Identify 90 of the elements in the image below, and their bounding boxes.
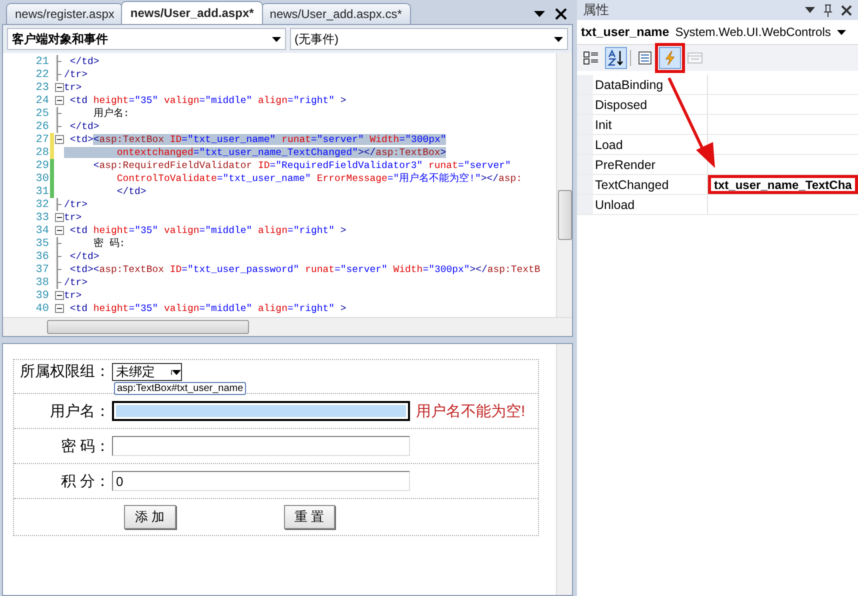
line-number: 32	[34, 198, 50, 210]
pin-icon[interactable]	[823, 4, 833, 16]
collapse-icon[interactable]	[54, 135, 64, 144]
event-name[interactable]: TextChanged	[577, 175, 708, 194]
caret-icon	[836, 30, 846, 34]
code-line: </td>	[68, 121, 100, 132]
code-line: </td>	[116, 186, 146, 197]
dropdown-icon[interactable]	[534, 11, 545, 17]
line-number: 27	[34, 134, 50, 146]
line-number: 28	[34, 146, 50, 158]
text-input[interactable]	[112, 436, 410, 456]
code-line: /tr>	[64, 277, 88, 288]
document-tab[interactable]: news/User_add.aspx*	[121, 1, 263, 24]
line-number: 35	[34, 238, 50, 250]
line-number: 39	[34, 290, 50, 302]
code-line: tr>	[64, 290, 82, 301]
categorized-icon	[583, 50, 599, 66]
line-number: 23	[34, 82, 50, 94]
collapse-icon[interactable]	[54, 83, 64, 92]
code-line: 密 码:	[92, 237, 126, 250]
close-icon[interactable]	[555, 8, 567, 20]
line-number: 34	[34, 224, 50, 236]
form-label: 密 码：	[60, 436, 110, 456]
control-tooltip: asp:TextBox#txt_user_name	[114, 382, 246, 395]
vertical-scrollbar[interactable]	[556, 344, 572, 595]
code-line: <td><asp:TextBox ID="txt_user_name" runat="server" Width="300px"	[68, 134, 446, 145]
event-handler[interactable]: txt_user_name_TextCha	[708, 175, 858, 194]
code-line: <asp:RequiredFieldValidator ID="RequiredFieldValidator3" runat="server"	[92, 160, 511, 171]
code-line: /tr>	[64, 199, 88, 210]
code-line: 用户名:	[92, 107, 130, 120]
line-number: 40	[34, 302, 50, 314]
form-label: 积 分：	[60, 472, 110, 490]
document-tab[interactable]: news/register.aspx	[6, 3, 124, 24]
line-number: 33	[34, 212, 50, 224]
event-name[interactable]: Load	[577, 135, 708, 154]
collapse-icon[interactable]	[54, 213, 64, 222]
line-number: 38	[34, 276, 50, 288]
form-button[interactable]: 重 置	[284, 505, 336, 529]
text-input[interactable]	[112, 401, 410, 421]
event-name[interactable]: Unload	[577, 195, 708, 214]
line-number: 29	[34, 160, 50, 172]
code-line: /tr>	[64, 69, 88, 80]
line-number: 24	[34, 94, 50, 106]
list-icon	[637, 50, 653, 66]
code-line: tr>	[64, 82, 82, 93]
event-name[interactable]: DataBinding	[577, 75, 708, 94]
form-label: 用户名：	[49, 402, 110, 420]
code-line: <td height="35" valign="middle" align="right" >	[68, 303, 346, 314]
code-line: <td height="35" valign="middle" align="right" >	[68, 95, 346, 106]
code-line: <td height="35" valign="middle" align="right" >	[68, 225, 346, 236]
collapse-icon[interactable]	[54, 226, 64, 235]
collapse-icon[interactable]	[54, 304, 64, 313]
event-name[interactable]: PreRender	[577, 155, 708, 174]
object-dropdown[interactable]: 客户端对象和事件	[7, 28, 286, 50]
event-dropdown[interactable]: (无事件)	[290, 28, 568, 50]
caret-icon	[272, 36, 280, 42]
line-number: 37	[34, 264, 50, 276]
code-line: </td>	[68, 56, 100, 67]
vertical-scrollbar[interactable]	[556, 53, 572, 317]
code-line: ontextchanged="txt_user_name_TextChanged"></asp:TextBox>	[64, 147, 446, 158]
dropdown-icon[interactable]	[805, 7, 815, 13]
event-name[interactable]: Init	[577, 115, 708, 134]
code-line: </td>	[68, 251, 100, 262]
panel-title: 属性	[583, 1, 609, 19]
line-number: 26	[34, 120, 50, 132]
close-icon[interactable]	[841, 4, 852, 16]
line-number: 30	[34, 172, 50, 184]
caret-icon	[171, 370, 181, 374]
code-line: ControlToValidate="txt_user_name" ErrorMessage="用户名不能为空!"></asp:	[116, 172, 522, 185]
line-number: 36	[34, 250, 50, 262]
line-number: 25	[34, 108, 50, 120]
validation-message: 用户名不能为空!	[416, 402, 526, 420]
line-number: 21	[34, 56, 50, 68]
form-button[interactable]: 添 加	[124, 505, 176, 529]
line-number: 31	[34, 186, 50, 198]
code-line: tr>	[64, 212, 82, 223]
toolbar-button[interactable]	[605, 47, 627, 69]
horizontal-scrollbar[interactable]	[3, 317, 572, 336]
form-label: 所属权限组：	[19, 362, 110, 381]
text-input[interactable]: 0	[112, 471, 410, 491]
event-name[interactable]: Disposed	[577, 95, 708, 114]
property-pages-icon	[687, 50, 703, 66]
code-line: <td><asp:TextBox ID="txt_user_password" runat="server" Width="300px"></asp:TextB	[68, 264, 540, 275]
document-tab[interactable]: news/User_add.aspx.cs*	[260, 3, 411, 24]
sort-az-icon	[607, 49, 625, 67]
collapse-icon[interactable]	[54, 96, 64, 105]
group-select[interactable]: 未绑定	[112, 363, 182, 381]
collapse-icon[interactable]	[54, 291, 64, 300]
caret-icon	[554, 36, 563, 42]
line-number: 22	[34, 68, 50, 80]
